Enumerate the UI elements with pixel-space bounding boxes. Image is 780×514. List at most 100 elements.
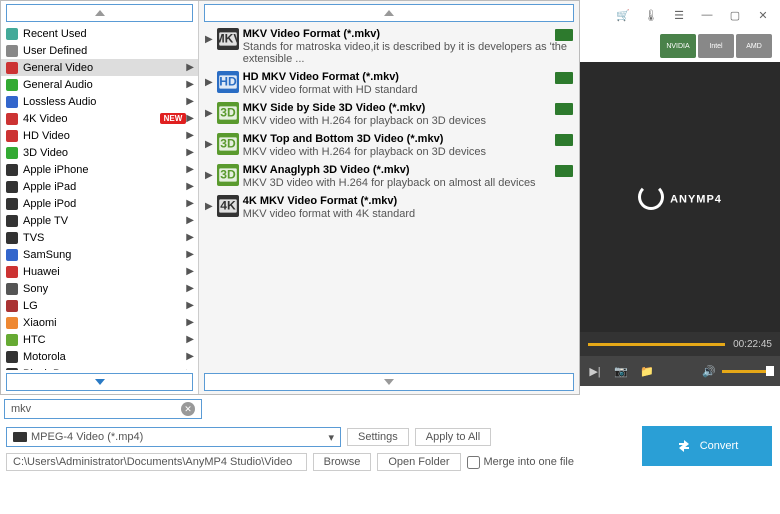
thermometer-icon[interactable]: 🌡 (644, 8, 658, 22)
category-label: Apple TV (23, 215, 186, 227)
menu-icon[interactable]: ☰ (672, 8, 686, 22)
chevron-right-icon: ▶ (186, 368, 194, 370)
category-label: Motorola (23, 351, 186, 363)
category-label: 4K Video (23, 113, 156, 125)
minimize-icon[interactable]: — (700, 8, 714, 22)
category-scroll-down[interactable] (6, 373, 193, 391)
category-label: HTC (23, 334, 186, 346)
format-title: MKV Side by Side 3D Video (*.mkv) (243, 102, 573, 114)
iphone-icon (5, 163, 19, 177)
category-item-hd-video[interactable]: HD Video▶ (1, 127, 198, 144)
category-item-4k-video[interactable]: 4K VideoNEW▶ (1, 110, 198, 127)
3d-icon (5, 146, 19, 160)
merge-checkbox[interactable] (467, 456, 480, 469)
search-input[interactable] (11, 403, 181, 415)
play-icon[interactable]: ▶| (588, 364, 602, 378)
convert-button[interactable]: Convert (642, 426, 772, 466)
category-item-recent-used[interactable]: Recent Used (1, 25, 198, 42)
output-path-input[interactable] (6, 453, 307, 471)
settings-button[interactable]: Settings (347, 428, 409, 446)
close-icon[interactable]: ✕ (756, 8, 770, 22)
nvidia-badge[interactable]: NVIDIA (660, 34, 696, 58)
category-item-general-audio[interactable]: General Audio▶ (1, 76, 198, 93)
category-item-htc[interactable]: HTC▶ (1, 331, 198, 348)
format-item[interactable]: ▶ 3D MKV Side by Side 3D Video (*.mkv)MKV … (199, 99, 579, 130)
category-item-user-defined[interactable]: User Defined (1, 42, 198, 59)
chevron-right-icon: ▶ (186, 351, 194, 362)
category-item-apple-ipod[interactable]: Apple iPod▶ (1, 195, 198, 212)
format-item[interactable]: ▶4K4K MKV Video Format (*.mkv)MKV video … (199, 192, 579, 223)
category-label: Black Berry (23, 368, 186, 371)
open-folder-button[interactable]: Open Folder (377, 453, 460, 471)
folder-icon[interactable]: 📁 (640, 364, 654, 378)
category-scroll-up[interactable] (6, 4, 193, 22)
3d-format-icon: 3D (217, 164, 239, 186)
intel-badge[interactable]: Intel (698, 34, 734, 58)
brand-logo: ANYMP4 (638, 184, 722, 210)
clear-search-icon[interactable]: ✕ (181, 402, 195, 416)
category-item-apple-ipad[interactable]: Apple iPad▶ (1, 178, 198, 195)
format-item[interactable]: ▶3DMKV Anaglyph 3D Video (*.mkv)MKV 3D v… (199, 161, 579, 192)
svg-text:MKV: MKV (217, 31, 239, 45)
svg-text:3D: 3D (220, 167, 236, 181)
format-scroll-down[interactable] (204, 373, 574, 391)
timeline[interactable]: 00:22:45 (580, 332, 780, 356)
category-label: Apple iPad (23, 181, 186, 193)
category-item-xiaomi[interactable]: Xiaomi▶ (1, 314, 198, 331)
format-search[interactable]: ✕ (4, 399, 202, 419)
sony-icon (5, 282, 19, 296)
format-desc: MKV video with H.264 for playback on 3D … (243, 115, 573, 127)
ipod-icon (5, 197, 19, 211)
chevron-right-icon: ▶ (205, 139, 213, 150)
chevron-right-icon: ▶ (186, 198, 194, 209)
category-item-motorola[interactable]: Motorola▶ (1, 348, 198, 365)
category-item-apple-iphone[interactable]: Apple iPhone▶ (1, 161, 198, 178)
chevron-right-icon: ▶ (205, 34, 213, 45)
format-item[interactable]: ▶3DMKV Top and Bottom 3D Video (*.mkv)MK… (199, 130, 579, 161)
category-label: LG (23, 300, 186, 312)
snapshot-icon[interactable]: 📷 (614, 364, 628, 378)
3d-format-icon: 3D (217, 133, 239, 155)
chevron-right-icon: ▶ (186, 96, 194, 107)
format-title: 4K MKV Video Format (*.mkv) (243, 195, 573, 207)
timeline-track[interactable] (588, 343, 725, 346)
format-title: MKV Top and Bottom 3D Video (*.mkv) (243, 133, 573, 145)
bb-icon (5, 367, 19, 371)
category-item-lg[interactable]: LG▶ (1, 297, 198, 314)
chevron-right-icon: ▶ (186, 334, 194, 345)
category-item-general-video[interactable]: General Video▶ (1, 59, 198, 76)
svg-text:3D: 3D (220, 105, 236, 119)
apply-all-button[interactable]: Apply to All (415, 428, 491, 446)
category-item-huawei[interactable]: Huawei▶ (1, 263, 198, 280)
browse-button[interactable]: Browse (313, 453, 372, 471)
category-item-apple-tv[interactable]: Apple TV▶ (1, 212, 198, 229)
format-desc: Stands for matroska video,it is describe… (243, 41, 573, 65)
tvs-icon (5, 231, 19, 245)
maximize-icon[interactable]: ▢ (728, 8, 742, 22)
category-label: Xiaomi (23, 317, 186, 329)
chevron-right-icon: ▶ (186, 249, 194, 260)
format-item[interactable]: ▶HDHD MKV Video Format (*.mkv)MKV video … (199, 68, 579, 99)
format-desc: MKV video format with HD standard (243, 84, 573, 96)
cart-icon[interactable]: 🛒 (616, 8, 630, 22)
category-item-black-berry[interactable]: Black Berry▶ (1, 365, 198, 370)
category-item-lossless-audio[interactable]: Lossless Audio▶ (1, 93, 198, 110)
category-item-sony[interactable]: Sony▶ (1, 280, 198, 297)
chevron-right-icon: ▶ (205, 108, 213, 119)
hw-accel-badge (555, 29, 573, 41)
format-desc: MKV video format with 4K standard (243, 208, 573, 220)
merge-label: Merge into one file (484, 456, 575, 468)
amd-badge[interactable]: AMD (736, 34, 772, 58)
hd-format-icon: HD (217, 71, 239, 93)
merge-checkbox-wrap[interactable]: Merge into one file (467, 456, 575, 469)
category-item-3d-video[interactable]: 3D Video▶ (1, 144, 198, 161)
volume-slider[interactable] (722, 370, 772, 373)
format-item[interactable]: ▶MKVMKV Video Format (*.mkv)Stands for m… (199, 25, 579, 68)
volume-icon[interactable]: 🔊 (702, 364, 716, 378)
format-scroll-up[interactable] (204, 4, 574, 22)
huawei-icon (5, 265, 19, 279)
category-item-samsung[interactable]: SamSung▶ (1, 246, 198, 263)
lossless-icon (5, 95, 19, 109)
category-item-tvs[interactable]: TVS▶ (1, 229, 198, 246)
output-format-select[interactable]: MPEG-4 Video (*.mp4) ▾ (6, 427, 341, 447)
